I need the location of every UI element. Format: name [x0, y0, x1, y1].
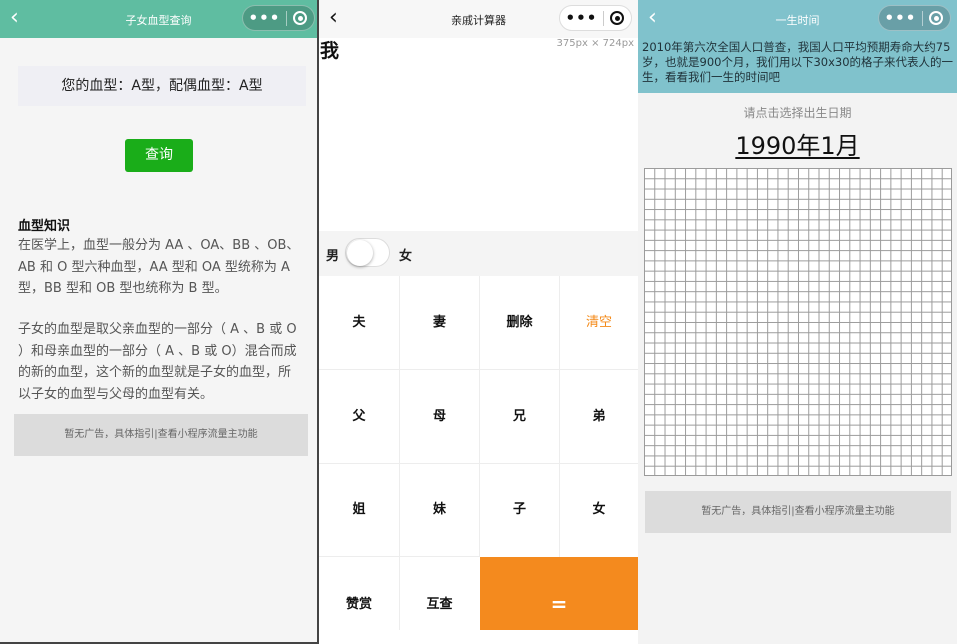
ad-placeholder: 暂无广告，具体指引|查看小程序流量主功能	[645, 491, 951, 533]
blood-type-panel: ‹ 子女血型查询 ••• 您的血型：A型，配偶血型：A型 查询 血型知识 在医学…	[0, 0, 319, 644]
birth-date-picker[interactable]: 1990年1月	[638, 126, 957, 161]
life-month-grid	[644, 168, 952, 476]
knowledge-paragraph-2: 子女的血型是取父亲血型的一部分（ A 、B 或 O ）和母亲血型的一部分（ A …	[18, 322, 297, 402]
relation-display: 我	[320, 40, 340, 62]
more-dots-icon[interactable]: •••	[879, 5, 922, 31]
blood-type-summary: 您的血型：A型，配偶血型：A型	[18, 66, 306, 106]
toggle-knob	[347, 240, 373, 266]
key-tip[interactable]: 赞赏	[319, 557, 399, 630]
ad-placeholder: 暂无广告，具体指引|查看小程序流量主功能	[14, 414, 308, 456]
knowledge-paragraph-1: 在医学上，血型一般分为 AA 、OA、BB 、OB、AB 和 O 型六种血型，A…	[18, 238, 300, 296]
keypad-divider	[559, 276, 560, 557]
birth-date-hint: 请点击选择出生日期	[743, 106, 852, 120]
keypad: 夫 妻 删除 清空 父 母 兄 弟 姐 妹 子 女 赞赏 互查 =	[319, 276, 638, 630]
key-delete[interactable]: 删除	[480, 276, 559, 369]
keypad-divider	[319, 369, 638, 370]
gender-toggle[interactable]	[345, 238, 390, 267]
intro-text: 2010年第六次全国人口普查，我国人口平均预期寿命大约75岁，也就是900个月，…	[638, 38, 957, 93]
keypad-divider	[399, 276, 400, 630]
key-younger-sister[interactable]: 妹	[400, 464, 479, 556]
gender-male-label: 男	[326, 249, 340, 264]
nav-bar: ‹ 子女血型查询 •••	[0, 0, 317, 38]
key-clear[interactable]: 清空	[560, 276, 638, 369]
key-son[interactable]: 子	[480, 464, 559, 556]
knowledge-title: 血型知识	[18, 219, 71, 234]
key-father[interactable]: 父	[319, 370, 399, 463]
gender-row: 男 女	[319, 231, 638, 276]
key-elder-brother[interactable]: 兄	[480, 370, 559, 463]
size-note: 375px × 724px	[556, 38, 634, 49]
target-circle-icon[interactable]	[287, 11, 314, 25]
more-dots-icon[interactable]: •••	[560, 5, 603, 31]
key-wife[interactable]: 妻	[400, 276, 479, 369]
lifetime-panel: ‹ 一生时间 ••• 2010年第六次全国人口普查，我国人口平均预期寿命大约75…	[638, 0, 957, 644]
query-button[interactable]: 查询	[125, 139, 193, 172]
relative-calculator-panel: ‹ 亲戚计算器 ••• 375px × 724px 我 男 女 夫 妻 删除 清…	[319, 0, 638, 644]
key-mutual-check[interactable]: 互查	[400, 557, 479, 630]
target-circle-icon[interactable]	[923, 11, 950, 25]
menu-capsule: •••	[242, 5, 315, 31]
keypad-divider	[319, 463, 638, 464]
key-daughter[interactable]: 女	[560, 464, 638, 556]
equals-button[interactable]: =	[480, 557, 638, 630]
more-dots-icon[interactable]: •••	[243, 5, 286, 31]
target-circle-icon[interactable]	[604, 11, 631, 25]
menu-capsule: •••	[878, 5, 951, 31]
key-mother[interactable]: 母	[400, 370, 479, 463]
keypad-divider	[479, 276, 480, 557]
nav-bar: ‹ 亲戚计算器 •••	[319, 0, 638, 38]
keypad-divider	[319, 556, 480, 557]
nav-bar: ‹ 一生时间 •••	[638, 0, 957, 38]
menu-capsule: •••	[559, 5, 632, 31]
gender-female-label: 女	[399, 249, 413, 264]
key-husband[interactable]: 夫	[319, 276, 399, 369]
key-elder-sister[interactable]: 姐	[319, 464, 399, 556]
key-younger-brother[interactable]: 弟	[560, 370, 638, 463]
